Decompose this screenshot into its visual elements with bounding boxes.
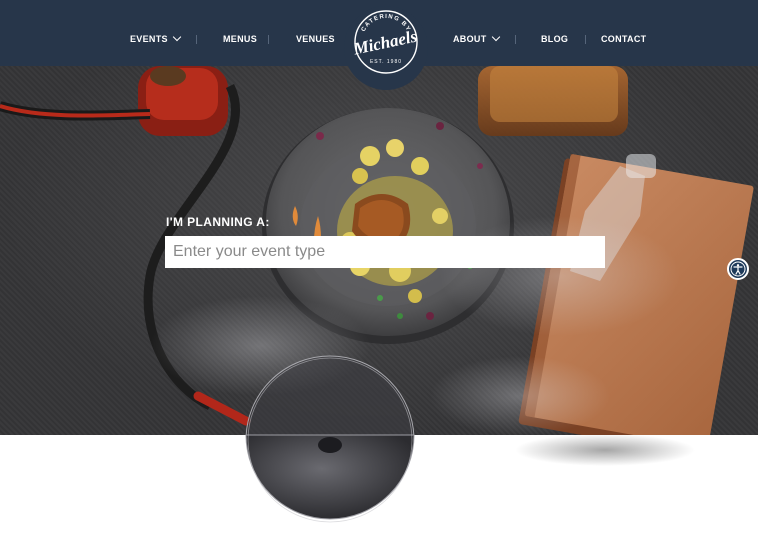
logo-name: Michaels — [351, 27, 419, 59]
nav-label-menus: MENUS — [223, 34, 258, 44]
accessibility-button[interactable] — [727, 258, 749, 280]
event-type-input[interactable] — [165, 236, 605, 268]
hero-section: I'M PLANNING A: — [0, 66, 758, 435]
nav-label-events: EVENTS — [130, 34, 168, 44]
logo-est: EST. 1980 — [370, 59, 402, 65]
site-logo[interactable]: CATERING BY Michaels EST. 1980 — [344, 6, 428, 90]
planning-label: I'M PLANNING A: — [166, 215, 270, 229]
nav-divider — [515, 35, 516, 44]
nav-item-contact[interactable]: CONTACT — [601, 0, 646, 66]
nav-item-about[interactable]: ABOUT — [453, 0, 500, 66]
nav-label-about: ABOUT — [453, 34, 487, 44]
nav-label-blog: BLOG — [541, 34, 569, 44]
nav-item-events[interactable]: EVENTS — [130, 0, 182, 66]
accessibility-icon — [730, 261, 746, 277]
nav-divider — [268, 35, 269, 44]
nav-label-contact: CONTACT — [601, 34, 647, 44]
logo-emblem: CATERING BY Michaels EST. 1980 — [351, 10, 419, 74]
chevron-down-icon — [491, 32, 500, 42]
chevron-down-icon — [172, 32, 182, 42]
nav-item-menus[interactable]: MENUS — [223, 0, 257, 66]
nav-item-venues[interactable]: VENUES — [296, 0, 335, 66]
nav-item-blog[interactable]: BLOG — [541, 0, 568, 66]
nav-label-venues: VENUES — [296, 34, 335, 44]
nav-divider — [196, 35, 197, 44]
nav-divider — [585, 35, 586, 44]
